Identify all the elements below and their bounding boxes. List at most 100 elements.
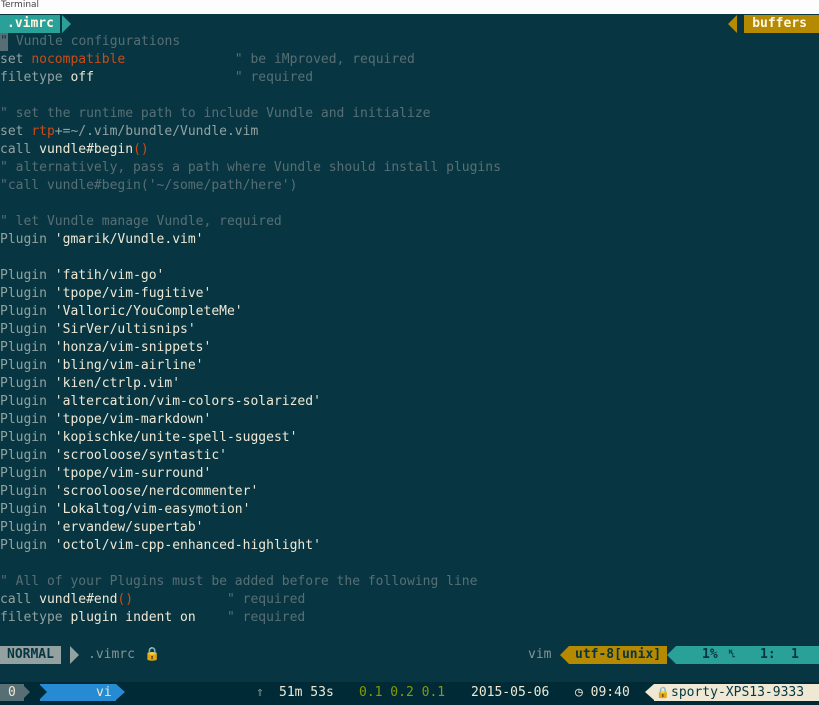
code-line[interactable]: Plugin 'Valloric/YouCompleteMe' <box>0 303 819 321</box>
code-token: off <box>70 70 94 85</box>
tmux-date: 2015-05-06 <box>471 685 550 700</box>
line-number-icon: ␤ <box>728 649 736 660</box>
code-line[interactable]: Plugin 'kopischke/unite-spell-suggest' <box>0 429 819 447</box>
code-token: " set the runtime path to include Vundle… <box>0 106 431 121</box>
code-token: Plugin <box>0 484 55 499</box>
code-line[interactable]: call vundle#begin() <box>0 141 819 159</box>
code-token: " let Vundle manage Vundle, required <box>0 214 282 229</box>
code-line[interactable]: " let Vundle manage Vundle, required <box>0 213 819 231</box>
code-line[interactable]: Plugin 'fatih/vim-go' <box>0 267 819 285</box>
code-token: Plugin <box>0 430 55 445</box>
code-token: 'altercation/vim-colors-solarized' <box>54 394 321 409</box>
vim-statusline: NORMAL .vimrc 🔒 vim utf-8[unix] 1% ␤ 1: … <box>0 646 819 664</box>
code-token: +=~/.vim/bundle/Vundle.vim <box>54 124 259 139</box>
code-token: rtp <box>31 124 55 139</box>
code-token: Plugin <box>0 304 55 319</box>
code-line[interactable]: filetype plugin indent on " required <box>0 609 819 627</box>
code-line[interactable]: Plugin 'altercation/vim-colors-solarized… <box>0 393 819 411</box>
tmux-separator-icon <box>645 684 654 700</box>
code-token: "call vundle#begin('~/some/path/here') <box>0 178 298 193</box>
code-token: vundle#end <box>39 592 118 607</box>
code-token: Plugin <box>0 286 55 301</box>
code-token: call <box>0 142 40 157</box>
code-token: () <box>117 592 134 607</box>
tmux-load-average: 0.1 0.2 0.1 <box>359 685 446 700</box>
code-token: filetype <box>0 610 71 625</box>
code-line[interactable]: Plugin 'octol/vim-cpp-enhanced-highlight… <box>0 537 819 555</box>
code-line[interactable]: Plugin 'honza/vim-snippets' <box>0 339 819 357</box>
code-line[interactable]: Plugin 'tpope/vim-surround' <box>0 465 819 483</box>
buffers-separator-icon <box>728 15 737 33</box>
code-token: 'SirVer/ultisnips' <box>54 322 196 337</box>
status-filename: .vimrc <box>88 647 135 662</box>
code-line[interactable]: Plugin 'tpope/vim-markdown' <box>0 411 819 429</box>
code-token: 'bling/vim-airline' <box>54 358 204 373</box>
code-line[interactable]: Plugin 'kien/ctrlp.vim' <box>0 375 819 393</box>
code-token: 'Lokaltog/vim-easymotion' <box>54 502 251 517</box>
status-filetype: vim <box>528 647 552 662</box>
status-position: 1% ␤ 1: 1 <box>676 646 819 664</box>
code-line[interactable]: Plugin 'tpope/vim-fugitive' <box>0 285 819 303</box>
code-line[interactable]: filetype off " required <box>0 69 819 87</box>
tmux-separator-icon <box>22 684 30 700</box>
code-token: " required <box>133 592 306 607</box>
code-line[interactable]: set rtp+=~/.vim/bundle/Vundle.vim <box>0 123 819 141</box>
code-line[interactable]: Plugin 'scrooloose/nerdcommenter' <box>0 483 819 501</box>
code-token: " required <box>93 70 314 85</box>
code-token: () <box>133 142 149 157</box>
code-line[interactable] <box>0 249 819 267</box>
code-line[interactable]: " All of your Plugins must be added befo… <box>0 573 819 591</box>
code-line[interactable]: Plugin 'SirVer/ultisnips' <box>0 321 819 339</box>
code-token: " be iMproved, required <box>125 52 415 67</box>
code-line[interactable]: Plugin 'Lokaltog/vim-easymotion' <box>0 501 819 519</box>
tmux-separator-icon <box>116 684 125 700</box>
tmux-window-index[interactable]: 0 <box>0 684 24 701</box>
code-line[interactable]: "call vundle#begin('~/some/path/here') <box>0 177 819 195</box>
code-token: Plugin <box>0 358 55 373</box>
text-cursor: " <box>0 33 8 51</box>
code-line[interactable] <box>0 87 819 105</box>
code-token: nocompatible <box>31 52 126 67</box>
code-token: 'kien/ctrlp.vim' <box>54 376 181 391</box>
tmux-statusbar: 0 vi ⇑ 51m 53s 0.1 0.2 0.1 2015-05-06 ◷ … <box>0 682 819 705</box>
code-token: Plugin <box>0 322 55 337</box>
buffers-label[interactable]: buffers <box>744 15 819 33</box>
code-line[interactable]: Plugin 'ervandew/supertab' <box>0 519 819 537</box>
code-token: " required <box>195 610 306 625</box>
code-token: set <box>0 52 32 67</box>
mode-indicator: NORMAL <box>0 646 61 664</box>
code-line[interactable] <box>0 195 819 213</box>
tmux-separator-icon <box>39 684 47 700</box>
code-line[interactable]: Plugin 'bling/vim-airline' <box>0 357 819 375</box>
code-token: Plugin <box>0 412 55 427</box>
position-separator-icon <box>667 646 676 664</box>
tab-current[interactable]: .vimrc <box>0 15 60 33</box>
code-line[interactable]: " set the runtime path to include Vundle… <box>0 105 819 123</box>
editor-buffer[interactable]: " Vundle configurations set nocompatible … <box>0 33 819 645</box>
tmux-current-window[interactable]: vi <box>96 684 112 701</box>
code-token: Plugin <box>0 466 55 481</box>
code-token: Plugin <box>0 520 55 535</box>
tmux-hostname: sporty-XPS13-9333 <box>671 685 805 700</box>
code-line[interactable]: " alternatively, pass a path where Vundl… <box>0 159 819 177</box>
code-token: Plugin <box>0 538 55 553</box>
code-token: set <box>0 124 32 139</box>
tmux-host: 🔒 sporty-XPS13-9333 <box>654 684 819 701</box>
code-line[interactable]: set nocompatible " be iMproved, required <box>0 51 819 69</box>
vim-command-line[interactable] <box>0 664 819 682</box>
encoding-separator-icon <box>560 646 569 664</box>
code-token: Plugin <box>0 502 55 517</box>
code-line[interactable]: Plugin 'gmarik/Vundle.vim' <box>0 231 819 249</box>
code-token: Plugin <box>0 232 55 247</box>
code-token: filetype <box>0 70 71 85</box>
code-token: Plugin <box>0 394 55 409</box>
vim-tabline: .vimrc buffers <box>0 15 819 33</box>
code-line[interactable]: call vundle#end() " required <box>0 591 819 609</box>
clock-icon: ◷ <box>575 685 583 700</box>
code-line[interactable]: Plugin 'scrooloose/syntastic' <box>0 447 819 465</box>
code-line[interactable] <box>0 555 819 573</box>
code-token: 'tpope/vim-surround' <box>54 466 212 481</box>
code-token: 'octol/vim-cpp-enhanced-highlight' <box>54 538 321 553</box>
code-line[interactable]: " Vundle configurations <box>0 33 819 51</box>
status-line: 1: <box>760 647 776 662</box>
